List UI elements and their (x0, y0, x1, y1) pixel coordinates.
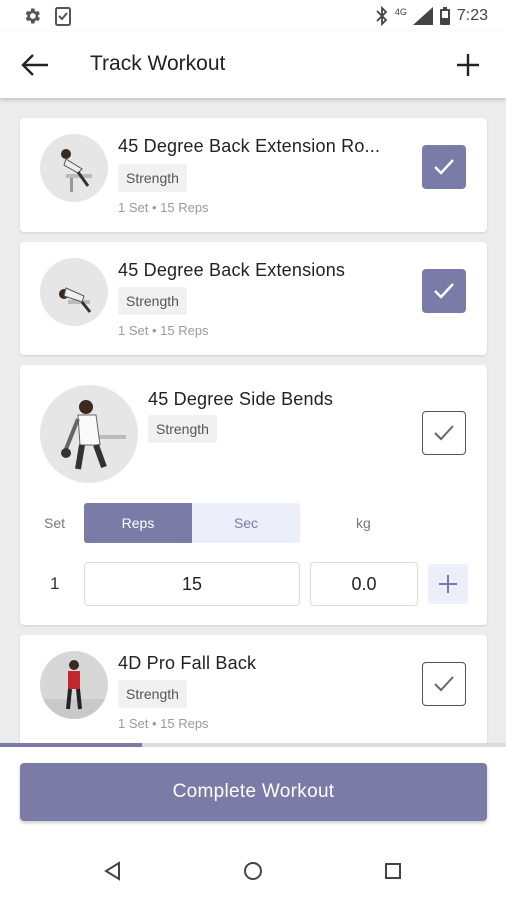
complete-workout-button[interactable]: Complete Workout (20, 763, 487, 821)
complete-checkbox[interactable] (422, 145, 466, 189)
set-number: 1 (50, 574, 60, 593)
check-icon (434, 159, 454, 175)
status-time: 7:23 (456, 7, 488, 24)
nav-recents-icon[interactable] (384, 862, 402, 880)
clipboard-check-icon (55, 7, 71, 26)
settings-gear-icon (25, 8, 40, 24)
weight-input[interactable]: 0.0 (310, 562, 418, 606)
exercise-list: 45 Degree Back Extension Ro... Strength … (0, 98, 506, 744)
exercise-name: 45 Degree Back Extensions (118, 260, 346, 280)
exercise-card[interactable]: 4D Pro Fall Back Strength 1 Set • 15 Rep… (20, 635, 487, 744)
bottom-panel: Complete Workout (0, 747, 506, 839)
add-set-button[interactable] (428, 564, 468, 604)
add-exercise-icon[interactable] (454, 51, 482, 79)
exercise-name: 45 Degree Back Extension Ro... (118, 136, 381, 156)
reps-input[interactable]: 15 (84, 562, 300, 606)
page-title: Track Workout (90, 52, 226, 75)
nav-back-icon[interactable] (103, 861, 123, 881)
back-arrow-icon[interactable] (20, 52, 50, 78)
complete-checkbox[interactable] (422, 662, 466, 706)
weight-column-header: kg (356, 515, 371, 531)
exercise-thumbnail (40, 651, 108, 719)
complete-checkbox[interactable] (422, 269, 466, 313)
app-bar: Track Workout (0, 32, 506, 98)
exercise-summary: 1 Set • 15 Reps (118, 716, 209, 731)
exercise-card[interactable]: 45 Degree Back Extension Ro... Strength … (20, 118, 487, 232)
battery-icon (439, 7, 450, 25)
set-column-header: Set (44, 515, 66, 531)
exercise-summary: 1 Set • 15 Reps (118, 323, 209, 338)
bluetooth-icon (376, 6, 388, 26)
exercise-name: 4D Pro Fall Back (118, 653, 257, 673)
exercise-card-expanded[interactable]: 45 Degree Side Bends Strength Set Reps S… (20, 365, 487, 625)
plus-icon (439, 575, 457, 593)
nav-home-icon[interactable] (243, 861, 263, 881)
signal-icon (412, 7, 433, 25)
category-tag: Strength (118, 287, 187, 315)
system-nav-bar (0, 839, 506, 900)
category-tag: Strength (148, 415, 217, 443)
category-tag: Strength (118, 680, 187, 708)
check-icon (434, 676, 454, 692)
exercise-thumbnail (40, 258, 108, 326)
reps-toggle[interactable]: Reps (84, 503, 192, 543)
category-tag: Strength (118, 164, 187, 192)
complete-checkbox[interactable] (422, 411, 466, 455)
sec-toggle[interactable]: Sec (192, 503, 300, 543)
exercise-summary: 1 Set • 15 Reps (118, 200, 209, 215)
exercise-card[interactable]: 45 Degree Back Extensions Strength 1 Set… (20, 242, 487, 355)
check-icon (434, 283, 454, 299)
status-bar: 4G 7:23 (0, 0, 506, 32)
exercise-thumbnail (40, 134, 108, 202)
network-type: 4G (394, 7, 407, 17)
exercise-name: 45 Degree Side Bends (148, 389, 334, 409)
check-icon (434, 425, 454, 441)
exercise-thumbnail (40, 385, 138, 483)
